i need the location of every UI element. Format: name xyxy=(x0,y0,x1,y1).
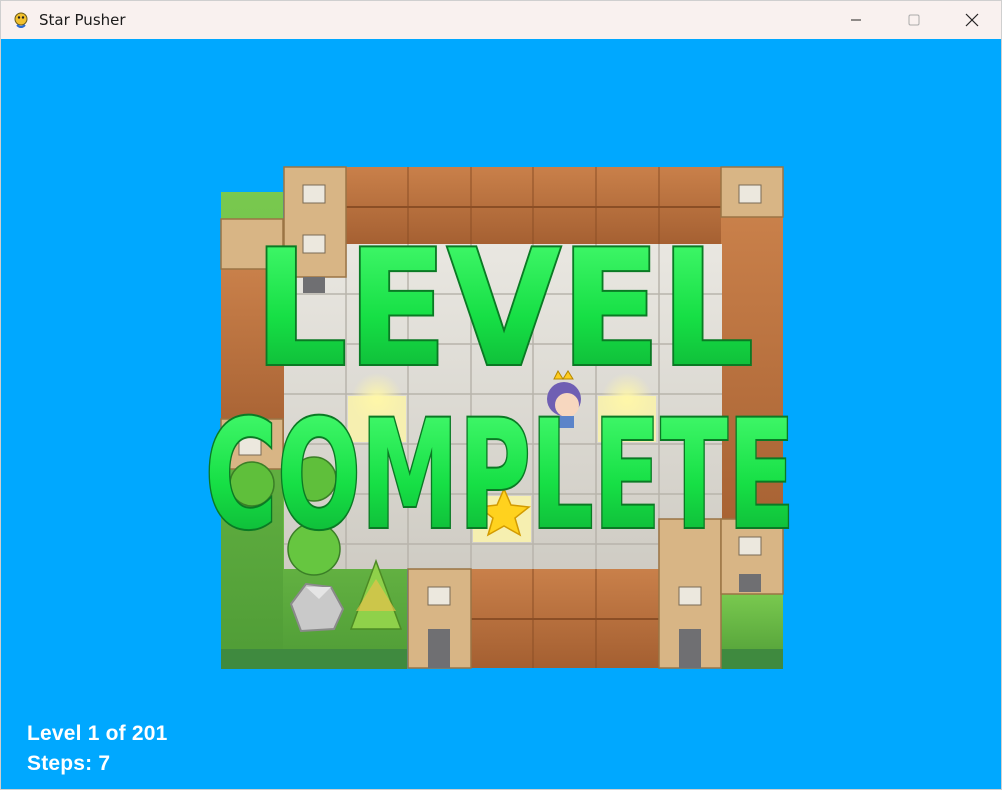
level-complete-overlay: LEVEL COMPLETE xyxy=(203,213,797,565)
steps-counter: Steps: 7 xyxy=(27,752,111,775)
minimize-icon xyxy=(851,19,861,21)
close-button[interactable] xyxy=(943,1,1001,39)
title-bar[interactable]: Star Pusher xyxy=(1,1,1001,39)
game-window: Star Pusher LEVEL COMPLETE Level 1 of 20… xyxy=(0,0,1002,790)
level-counter: Level 1 of 201 xyxy=(27,722,168,745)
level-board: LEVEL COMPLETE xyxy=(203,166,797,669)
window-title: Star Pusher xyxy=(39,11,126,29)
close-icon xyxy=(965,13,979,27)
window-controls xyxy=(827,1,1001,39)
game-canvas[interactable]: LEVEL COMPLETE Level 1 of 201 Steps: 7 xyxy=(1,39,1001,789)
maximize-button[interactable] xyxy=(885,1,943,39)
pygame-snake-icon xyxy=(11,10,31,30)
overlay-line-level: LEVEL xyxy=(254,215,754,402)
maximize-icon xyxy=(908,14,920,26)
overlay-line-complete: COMPLETE xyxy=(205,389,795,563)
minimize-button[interactable] xyxy=(827,1,885,39)
